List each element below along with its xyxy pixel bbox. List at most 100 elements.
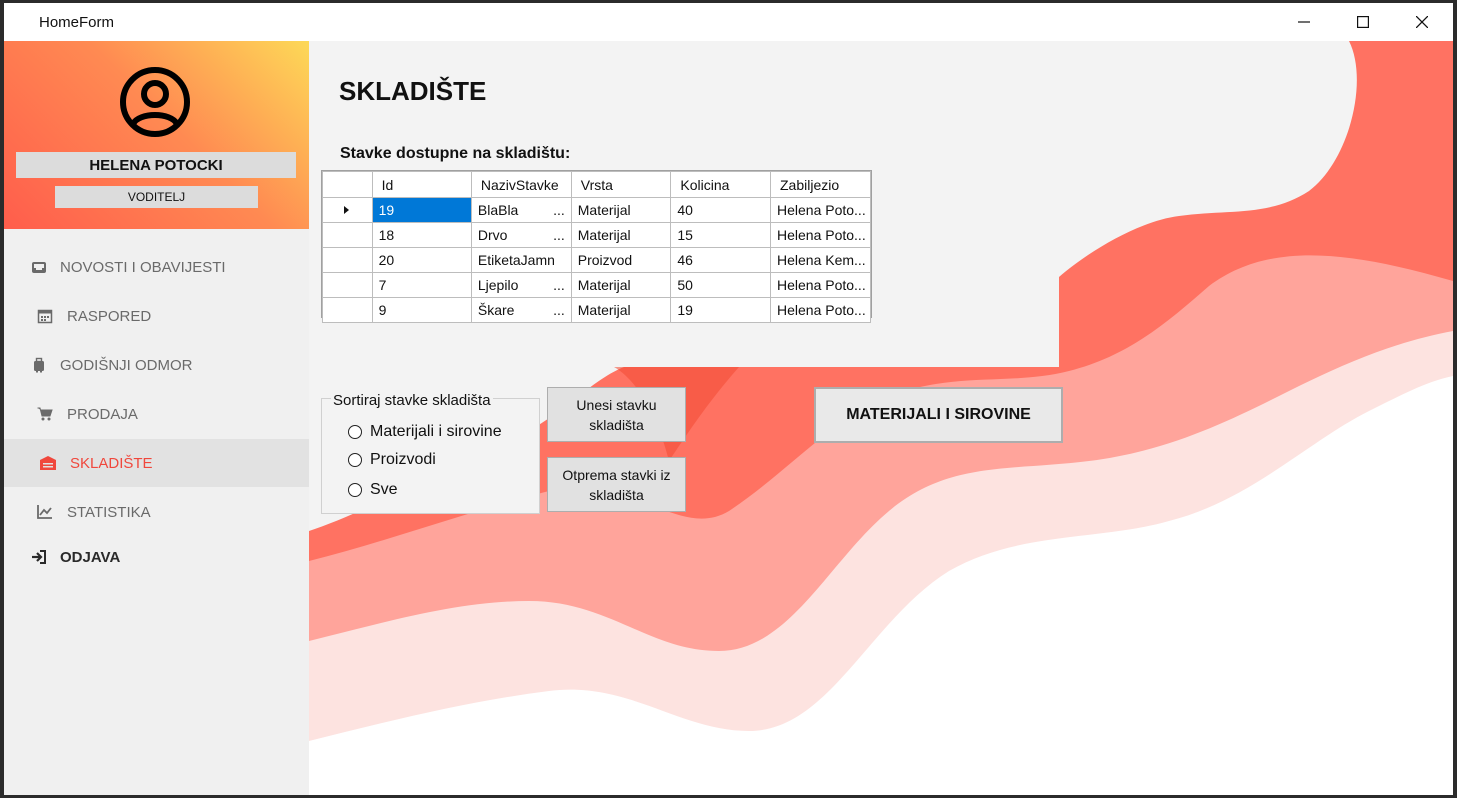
- cell-zabiljezio[interactable]: Helena Kem...: [769, 247, 872, 273]
- cell-kolicina[interactable]: 15: [670, 222, 771, 248]
- nav-item-prodaja[interactable]: PRODAJA: [4, 390, 309, 438]
- cell-naziv[interactable]: EtiketaJamn: [470, 247, 572, 273]
- cell-naziv-text: Ljepilo: [477, 277, 519, 293]
- cell-naziv-text: BlaBla: [477, 202, 519, 218]
- radio-circle[interactable]: [348, 425, 362, 439]
- radio-label: Materijali i sirovine: [370, 423, 502, 440]
- radio-sve[interactable]: Sve: [348, 481, 398, 499]
- cell-naziv[interactable]: BlaBla...: [470, 197, 572, 223]
- cell-naziv[interactable]: Škare...: [470, 297, 572, 323]
- cell-kolicina[interactable]: 50: [670, 272, 771, 298]
- cell-naziv-ellipsis: ...: [553, 227, 565, 243]
- nav-label: NOVOSTI I OBAVIJESTI: [60, 258, 226, 276]
- nav-item-raspored[interactable]: RASPORED: [4, 292, 309, 340]
- nav-item-novosti[interactable]: NOVOSTI I OBAVIJESTI: [4, 243, 309, 291]
- nav-item-statistika[interactable]: STATISTIKA: [4, 488, 309, 536]
- cell-naziv-ellipsis: ...: [553, 277, 565, 293]
- maximize-button[interactable]: [1334, 3, 1392, 41]
- cell-zabiljezio[interactable]: Helena Poto...: [769, 197, 872, 223]
- column-header-zabiljezio[interactable]: Zabiljezio: [769, 171, 872, 198]
- cell-vrsta[interactable]: Materijal: [570, 297, 672, 323]
- nav-label: ODJAVA: [60, 548, 121, 566]
- current-row-arrow-icon: [344, 206, 350, 214]
- cell-id[interactable]: 7: [371, 272, 472, 298]
- sort-groupbox: Sortiraj stavke skladišta Materijali i s…: [321, 392, 540, 514]
- table-row[interactable]: 7 Ljepilo... Materijal 50 Helena Poto...: [322, 272, 872, 298]
- cell-kolicina[interactable]: 40: [670, 197, 771, 223]
- sort-legend: Sortiraj stavke skladišta: [331, 392, 493, 409]
- cell-naziv[interactable]: Ljepilo...: [470, 272, 572, 298]
- minimize-icon: [1298, 21, 1310, 23]
- radio-circle[interactable]: [348, 453, 362, 467]
- table-row[interactable]: 9 Škare... Materijal 19 Helena Poto...: [322, 297, 872, 323]
- warehouse-icon: [39, 454, 57, 472]
- nav-label: SKLADIŠTE: [70, 454, 153, 472]
- cell-naziv-text: Drvo: [477, 227, 508, 243]
- nav-label: STATISTIKA: [67, 503, 151, 521]
- column-header-kolicina[interactable]: Kolicina: [670, 171, 771, 198]
- maximize-icon: [1357, 16, 1369, 28]
- inbox-icon: [30, 258, 48, 276]
- cell-zabiljezio[interactable]: Helena Poto...: [769, 222, 872, 248]
- cell-kolicina[interactable]: 46: [670, 247, 771, 273]
- radio-circle[interactable]: [348, 483, 362, 497]
- cell-id[interactable]: 9: [371, 297, 472, 323]
- user-name: HELENA POTOCKI: [16, 152, 296, 178]
- nav-item-skladiste[interactable]: SKLADIŠTE: [4, 439, 309, 487]
- nav-label: GODIŠNJI ODMOR: [60, 356, 193, 374]
- ship-items-button[interactable]: Otprema stavki iz skladišta: [547, 457, 686, 512]
- nav-label: PRODAJA: [67, 405, 138, 423]
- table-row[interactable]: 20 EtiketaJamn Proizvod 46 Helena Kem...: [322, 247, 872, 273]
- cell-naziv-text: EtiketaJamn: [477, 252, 555, 268]
- cart-icon: [36, 405, 54, 423]
- cell-zabiljezio[interactable]: Helena Poto...: [769, 297, 872, 323]
- cell-kolicina[interactable]: 19: [670, 297, 771, 323]
- radio-label: Sve: [370, 481, 398, 498]
- cell-vrsta[interactable]: Materijal: [570, 272, 672, 298]
- user-circle-icon: [120, 67, 190, 137]
- user-role: VODITELJ: [55, 186, 258, 208]
- nav-item-godisnji-odmor[interactable]: GODIŠNJI ODMOR: [4, 341, 309, 389]
- cell-naziv-ellipsis: ...: [553, 302, 565, 318]
- title-bar: HomeForm: [4, 3, 1453, 41]
- sidebar: HELENA POTOCKI VODITELJ NOVOSTI I OBAVIJ…: [4, 41, 309, 795]
- window-title: HomeForm: [39, 14, 115, 31]
- cell-zabiljezio[interactable]: Helena Poto...: [769, 272, 872, 298]
- main-content: SKLADIŠTE Stavke dostupne na skladištu: …: [309, 41, 1453, 795]
- row-header[interactable]: [322, 247, 373, 273]
- table-row[interactable]: 19 BlaBla... Materijal 40 Helena Poto...: [322, 197, 872, 223]
- radio-label: Proizvodi: [370, 451, 436, 468]
- page-title: SKLADIŠTE: [339, 76, 487, 106]
- cell-vrsta[interactable]: Materijal: [570, 197, 672, 223]
- materials-filter-button[interactable]: MATERIJALI I SIROVINE: [814, 387, 1063, 443]
- cell-naziv-ellipsis: ...: [553, 202, 565, 218]
- sign-out-icon: [30, 548, 48, 566]
- row-header-current[interactable]: [322, 197, 373, 223]
- row-header[interactable]: [322, 297, 373, 323]
- row-header[interactable]: [322, 222, 373, 248]
- cell-naziv[interactable]: Drvo...: [470, 222, 572, 248]
- column-header-naziv[interactable]: NazivStavke: [470, 171, 572, 198]
- radio-proizvodi[interactable]: Proizvodi: [348, 451, 436, 469]
- column-header-id[interactable]: Id: [371, 171, 472, 198]
- profile-panel: HELENA POTOCKI VODITELJ: [4, 41, 309, 229]
- chart-line-icon: [36, 503, 54, 521]
- radio-materijali[interactable]: Materijali i sirovine: [348, 423, 502, 441]
- cell-id[interactable]: 18: [371, 222, 472, 248]
- suitcase-icon: [30, 356, 48, 374]
- inventory-table[interactable]: Id NazivStavke Vrsta Kolicina Zabiljezio…: [321, 170, 872, 323]
- cell-vrsta[interactable]: Materijal: [570, 222, 672, 248]
- cell-vrsta[interactable]: Proizvod: [570, 247, 672, 273]
- row-header[interactable]: [322, 272, 373, 298]
- cell-id[interactable]: 20: [371, 247, 472, 273]
- cell-id[interactable]: 19: [371, 197, 472, 223]
- add-item-button[interactable]: Unesi stavku skladišta: [547, 387, 686, 442]
- table-row[interactable]: 18 Drvo... Materijal 15 Helena Poto...: [322, 222, 872, 248]
- close-button[interactable]: [1393, 3, 1451, 41]
- minimize-button[interactable]: [1275, 3, 1333, 41]
- nav-item-odjava[interactable]: ODJAVA: [4, 533, 309, 581]
- cell-naziv-text: Škare: [477, 302, 515, 318]
- column-header-vrsta[interactable]: Vrsta: [570, 171, 672, 198]
- table-caption: Stavke dostupne na skladištu:: [340, 145, 571, 162]
- nav-label: RASPORED: [67, 307, 152, 325]
